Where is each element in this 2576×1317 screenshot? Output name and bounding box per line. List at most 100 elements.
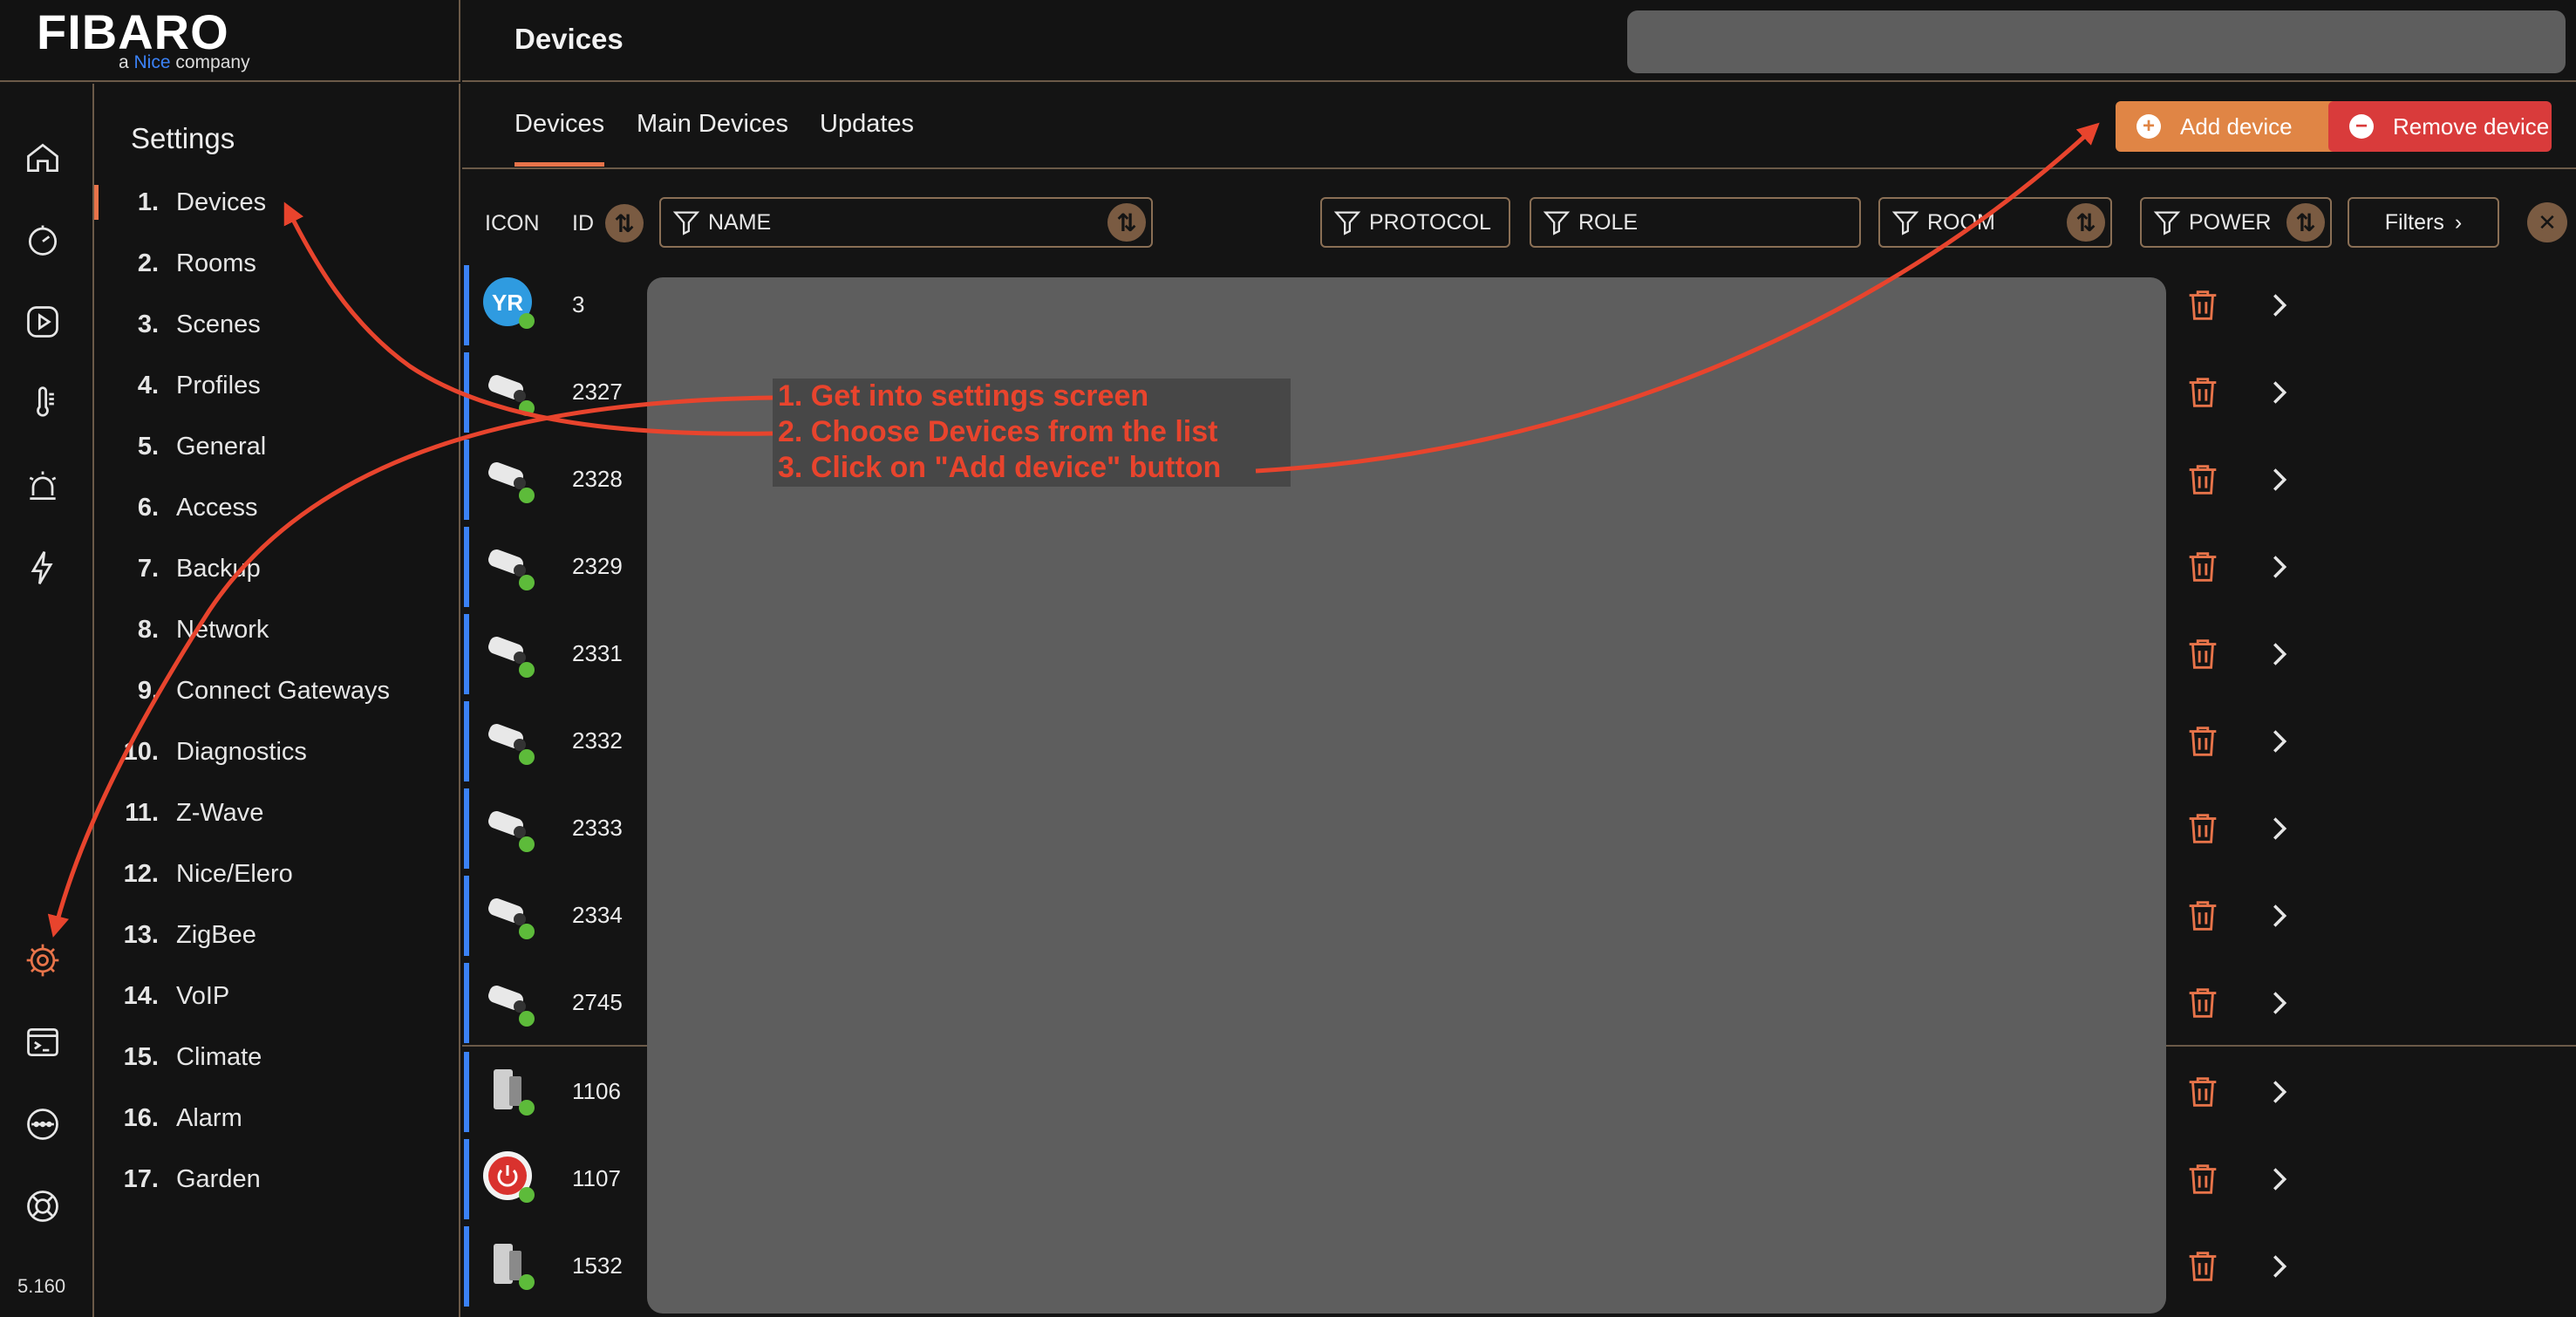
add-device-button[interactable]: + Add device: [2116, 101, 2355, 152]
settings-item-devices[interactable]: 1. Devices: [94, 178, 459, 227]
sort-id-icon[interactable]: ⇅: [605, 204, 644, 242]
settings-item-zigbee[interactable]: 13. ZigBee: [94, 911, 459, 959]
trash-icon[interactable]: [2180, 283, 2225, 328]
row-indicator: [464, 1052, 469, 1132]
door-sensor-icon: [494, 1069, 535, 1116]
door-sensor-icon: [494, 1244, 535, 1290]
alarm-siren-icon[interactable]: [21, 464, 65, 508]
tab-updates[interactable]: Updates: [820, 110, 914, 139]
chevron-right-icon[interactable]: [2257, 631, 2302, 677]
chevron-right-icon[interactable]: [2257, 806, 2302, 851]
chevron-right-icon[interactable]: [2257, 1069, 2302, 1115]
name-filter[interactable]: NAME ⇅: [659, 197, 1153, 248]
tab-devices[interactable]: Devices: [515, 110, 605, 167]
main-nav-bar: [0, 84, 94, 1317]
instruction-step-1: 1. Get into settings screen: [778, 379, 1149, 413]
page-header: Devices: [462, 0, 2576, 82]
trash-icon[interactable]: [2180, 806, 2225, 851]
trash-icon[interactable]: [2180, 719, 2225, 764]
trash-icon[interactable]: [2180, 1069, 2225, 1115]
role-filter[interactable]: ROLE: [1530, 197, 1861, 248]
filters-button[interactable]: Filters ›: [2348, 197, 2499, 248]
settings-item-general[interactable]: 5. General: [94, 422, 459, 471]
settings-item-number: 3.: [137, 310, 159, 338]
settings-item-scenes[interactable]: 3. Scenes: [94, 300, 459, 349]
power-filter[interactable]: POWER ⇅: [2140, 197, 2332, 248]
sort-power-icon[interactable]: ⇅: [2286, 203, 2325, 242]
settings-item-network[interactable]: 8. Network: [94, 605, 459, 654]
dashboard-gauge-icon[interactable]: [21, 218, 65, 262]
support-lifebuoy-icon[interactable]: [21, 1184, 65, 1228]
settings-item-alarm[interactable]: 16. Alarm: [94, 1094, 459, 1143]
room-filter[interactable]: ROOM ⇅: [1878, 197, 2112, 248]
tab-bar: Devices Main Devices Updates + Add device…: [462, 84, 2576, 169]
trash-icon[interactable]: [2180, 370, 2225, 415]
device-id: 1532: [572, 1252, 623, 1279]
settings-item-diagnostics[interactable]: 10. Diagnostics: [94, 727, 459, 776]
chevron-right-icon[interactable]: [2257, 980, 2302, 1026]
chevron-right-icon[interactable]: [2257, 283, 2302, 328]
remove-device-label: Remove device: [2393, 113, 2550, 140]
instruction-step-3: 3. Click on "Add device" button: [778, 451, 1222, 484]
trash-icon[interactable]: [2180, 1157, 2225, 1202]
trash-icon[interactable]: [2180, 980, 2225, 1026]
redacted-header-area: [1627, 10, 2566, 73]
home-icon[interactable]: [21, 136, 65, 180]
settings-item-rooms[interactable]: 2. Rooms: [94, 239, 459, 288]
device-id: 2331: [572, 640, 623, 666]
energy-bolt-icon[interactable]: [21, 546, 65, 590]
scenes-play-icon[interactable]: [21, 300, 65, 344]
settings-item-voip[interactable]: 14. VoIP: [94, 972, 459, 1020]
trash-icon[interactable]: [2180, 1244, 2225, 1289]
settings-item-label: Network: [176, 615, 269, 644]
role-filter-label: ROLE: [1578, 209, 1639, 235]
device-id: 2328: [572, 466, 623, 492]
sort-room-icon[interactable]: ⇅: [2067, 203, 2105, 242]
settings-item-profiles[interactable]: 4. Profiles: [94, 361, 459, 410]
protocol-filter[interactable]: PROTOCOL: [1320, 197, 1510, 248]
chevron-right-icon[interactable]: [2257, 1157, 2302, 1202]
device-id: 2327: [572, 379, 623, 405]
settings-item-climate[interactable]: 15. Climate: [94, 1033, 459, 1082]
settings-item-access[interactable]: 6. Access: [94, 483, 459, 532]
power-switch-icon: [483, 1151, 535, 1203]
trash-icon[interactable]: [2180, 893, 2225, 938]
settings-item-nice-elero[interactable]: 12. Nice/Elero: [94, 850, 459, 898]
camera-icon: [488, 375, 535, 416]
settings-gear-icon[interactable]: [21, 938, 65, 982]
settings-item-backup[interactable]: 7. Backup: [94, 544, 459, 593]
row-indicator: [464, 963, 469, 1043]
settings-item-label: Rooms: [176, 249, 256, 277]
settings-item-number: 13.: [123, 920, 159, 949]
device-id: 1106: [572, 1078, 621, 1104]
chevron-right-icon[interactable]: [2257, 893, 2302, 938]
settings-item-connect-gateways[interactable]: 9. Connect Gateways: [94, 666, 459, 715]
network-globe-icon[interactable]: [21, 1102, 65, 1146]
device-id: 2334: [572, 902, 623, 928]
settings-item-garden[interactable]: 17. Garden: [94, 1155, 459, 1204]
trash-icon[interactable]: [2180, 631, 2225, 677]
device-id: 2745: [572, 989, 623, 1015]
chevron-right-icon[interactable]: [2257, 544, 2302, 590]
tab-main-devices[interactable]: Main Devices: [637, 110, 788, 139]
settings-item-number: 16.: [123, 1103, 159, 1132]
chevron-right-icon[interactable]: [2257, 370, 2302, 415]
chevron-right-icon[interactable]: [2257, 1244, 2302, 1289]
trash-icon[interactable]: [2180, 544, 2225, 590]
settings-item-z-wave[interactable]: 11. Z-Wave: [94, 788, 459, 837]
device-id: 1107: [572, 1165, 621, 1191]
row-indicator: [464, 788, 469, 869]
remove-device-button[interactable]: − Remove device: [2328, 101, 2552, 152]
sort-name-icon[interactable]: ⇅: [1107, 203, 1146, 242]
settings-item-label: Connect Gateways: [176, 676, 391, 705]
settings-item-number: 4.: [137, 371, 159, 399]
chevron-right-icon[interactable]: [2257, 457, 2302, 502]
terminal-icon[interactable]: [21, 1020, 65, 1064]
settings-item-label: Devices: [176, 188, 267, 216]
version-label: 5.160: [17, 1275, 66, 1297]
climate-thermometer-icon[interactable]: [21, 382, 65, 426]
clear-filters-icon[interactable]: ✕: [2527, 202, 2567, 242]
settings-panel: Settings 1. Devices 2. Rooms 3. Scenes 4. Pr…: [94, 84, 460, 1317]
trash-icon[interactable]: [2180, 457, 2225, 502]
chevron-right-icon[interactable]: [2257, 719, 2302, 764]
